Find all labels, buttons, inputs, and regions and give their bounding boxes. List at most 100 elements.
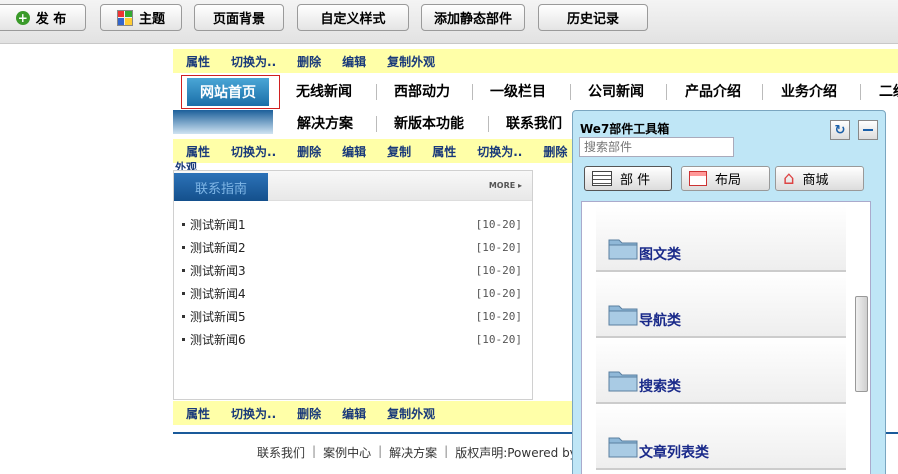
minimize-button[interactable]: [858, 120, 878, 140]
news-date: [10-20]: [475, 241, 522, 254]
category-label: 搜索类: [639, 379, 681, 395]
footer-separator: |: [312, 444, 317, 458]
news-title[interactable]: 测试新闻2: [190, 239, 246, 256]
list-item[interactable]: 测试新闻3 [10-20]: [182, 259, 522, 282]
nav-item-level2[interactable]: 二级: [879, 76, 898, 106]
edit-edit-link[interactable]: 编辑: [329, 143, 374, 160]
top-toolbar: + 发 布 主题 页面背景 自定义样式 添加静态部件 历史记录: [0, 0, 898, 44]
edit-delete-link[interactable]: 删除: [284, 53, 329, 70]
nav-divider: [666, 84, 667, 100]
footer-link-solutions[interactable]: 解决方案: [389, 444, 437, 461]
tab-store-label: 商城: [802, 173, 829, 188]
nav-divider: [376, 84, 377, 100]
publish-button[interactable]: + 发 布: [0, 4, 86, 31]
layout-icon: [689, 171, 707, 186]
home-icon: ⌂: [783, 167, 795, 189]
tab-widgets[interactable]: 部 件: [584, 166, 672, 191]
edit-delete-link[interactable]: 删除: [284, 405, 329, 422]
category-item-graphic[interactable]: 图文类: [596, 206, 846, 272]
list-item[interactable]: 测试新闻4 [10-20]: [182, 282, 522, 305]
tab-layout[interactable]: 布局: [681, 166, 770, 191]
page-background-label: 页面背景: [212, 12, 265, 27]
list-icon: [592, 171, 612, 186]
add-static-widget-label: 添加静态部件: [433, 12, 512, 27]
panel-title: We7部件工具箱: [580, 122, 670, 136]
news-title[interactable]: 测试新闻6: [190, 331, 246, 348]
widget-toolbox-panel[interactable]: We7部件工具箱 ↻ 部 件 布局 ⌂ 商城 图文类: [572, 110, 886, 474]
widget-search-input[interactable]: [579, 137, 734, 157]
footer-link-contact[interactable]: 联系我们: [257, 444, 305, 461]
list-item[interactable]: 测试新闻2 [10-20]: [182, 236, 522, 259]
nav-item-products[interactable]: 产品介绍: [685, 76, 741, 106]
edit-delete-link[interactable]: 删除: [284, 143, 329, 160]
category-label: 图文类: [639, 247, 681, 263]
nav-decoration: [173, 110, 273, 134]
list-item[interactable]: 测试新闻1 [10-20]: [182, 213, 522, 236]
nav-item-business[interactable]: 业务介绍: [781, 76, 837, 106]
news-title[interactable]: 测试新闻5: [190, 308, 246, 325]
edit-switch-link[interactable]: 切换为..: [218, 53, 284, 70]
nav-item-contact[interactable]: 联系我们: [506, 108, 562, 138]
nav-item-company-news[interactable]: 公司新闻: [588, 76, 644, 106]
edit-copy-look-link[interactable]: 复制外观: [374, 53, 443, 70]
edit-bar-footer: 属性 切换为.. 删除 编辑 复制外观: [173, 401, 573, 425]
news-list: 测试新闻1 [10-20] 测试新闻2 [10-20] 测试新闻3 [10-20] 测…: [182, 213, 522, 351]
nav-item-western-power[interactable]: 西部动力: [394, 76, 450, 106]
edit-edit-link[interactable]: 编辑: [329, 405, 374, 422]
edit-attr-link[interactable]: 属性: [173, 53, 218, 70]
edit-attr-link[interactable]: 属性: [173, 405, 218, 422]
nav-item-solutions[interactable]: 解决方案: [297, 108, 353, 138]
nav-divider: [488, 116, 489, 132]
news-date: [10-20]: [475, 310, 522, 323]
news-title[interactable]: 测试新闻4: [190, 285, 246, 302]
edit-switch-link[interactable]: 切换为..: [218, 405, 284, 422]
theme-label: 主题: [138, 12, 165, 27]
tab-widgets-label: 部 件: [620, 173, 651, 188]
news-more-link[interactable]: MORE ▸: [489, 181, 522, 190]
edit-bar-news: 属性 切换为.. 删除 编辑 复制 属性 切换为.. 删除: [173, 139, 573, 163]
bullet-icon: [182, 315, 185, 318]
custom-style-button[interactable]: 自定义样式: [297, 4, 409, 31]
edit-edit-link[interactable]: 编辑: [329, 53, 374, 70]
edit-attr-link[interactable]: 属性: [419, 143, 464, 160]
publish-label: 发 布: [35, 12, 67, 27]
nav-divider: [762, 84, 763, 100]
edit-switch-link[interactable]: 切换为..: [218, 143, 284, 160]
tab-store[interactable]: ⌂ 商城: [775, 166, 864, 191]
nav-item-wireless-news[interactable]: 无线新闻: [296, 76, 352, 106]
news-box-title: 联系指南: [174, 173, 268, 201]
add-static-widget-button[interactable]: 添加静态部件: [421, 4, 525, 31]
folder-icon: [608, 437, 638, 458]
nav-divider: [860, 84, 861, 100]
footer-separator: |: [444, 444, 449, 458]
footer-link-cases[interactable]: 案例中心: [323, 444, 371, 461]
edit-look-overflow: 外观: [175, 161, 197, 170]
scrollbar-thumb[interactable]: [855, 296, 868, 392]
nav-item-home[interactable]: 网站首页: [187, 78, 269, 106]
custom-style-label: 自定义样式: [320, 12, 386, 27]
list-item[interactable]: 测试新闻5 [10-20]: [182, 305, 522, 328]
bullet-icon: [182, 338, 185, 341]
footer-links: 联系我们 | 案例中心 | 解决方案 | 版权声明:Powered by: [257, 444, 577, 461]
edit-copy-look-link[interactable]: 复制外观: [374, 405, 443, 422]
edit-attr-link[interactable]: 属性: [173, 143, 218, 160]
folder-icon: [608, 305, 638, 326]
edit-delete-link[interactable]: 删除: [530, 143, 573, 160]
nav-item-new-features[interactable]: 新版本功能: [394, 108, 464, 138]
page-background-button[interactable]: 页面背景: [194, 4, 284, 31]
news-title[interactable]: 测试新闻1: [190, 216, 246, 233]
list-scrollbar[interactable]: [855, 206, 868, 474]
category-item-article-list[interactable]: 文章列表类: [596, 404, 846, 470]
edit-switch-link[interactable]: 切换为..: [464, 143, 530, 160]
theme-button[interactable]: 主题: [100, 4, 182, 31]
edit-copy-link[interactable]: 复制: [374, 143, 419, 160]
nav-item-level1[interactable]: 一级栏目: [490, 76, 546, 106]
list-item[interactable]: 测试新闻6 [10-20]: [182, 328, 522, 351]
plus-icon: +: [15, 10, 30, 25]
category-item-navigation[interactable]: 导航类: [596, 272, 846, 338]
history-button[interactable]: 历史记录: [538, 4, 648, 31]
edit-bar-nav: 属性 切换为.. 删除 编辑 复制外观: [173, 49, 898, 73]
category-item-search[interactable]: 搜索类: [596, 338, 846, 404]
news-title[interactable]: 测试新闻3: [190, 262, 246, 279]
refresh-button[interactable]: ↻: [830, 120, 850, 140]
